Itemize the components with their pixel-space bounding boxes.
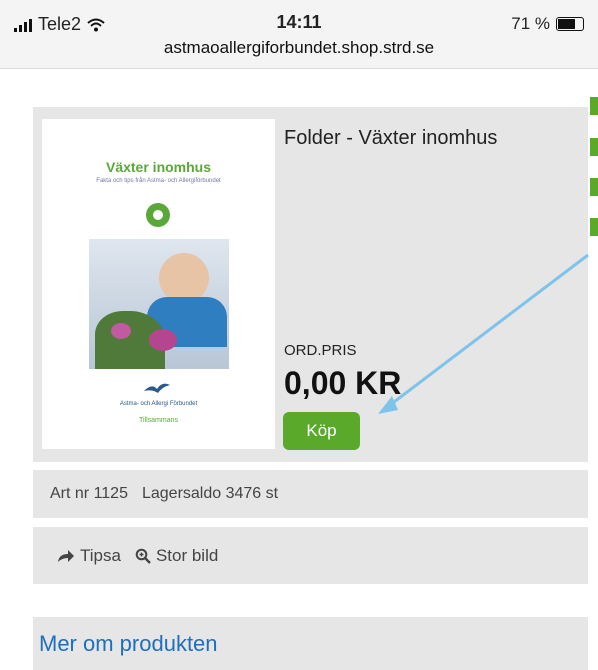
clock: 14:11: [276, 12, 322, 32]
annotation-fragment: [590, 218, 598, 236]
product-actions: Tipsa Stor bild: [33, 527, 588, 584]
battery-icon: [556, 17, 584, 31]
zoom-link[interactable]: Stor bild: [135, 546, 218, 566]
stock-level: Lagersaldo 3476 st: [141, 485, 279, 502]
buy-button[interactable]: Köp: [283, 412, 360, 450]
product-title: Folder - Växter inomhus: [284, 127, 498, 149]
bird-logo-icon: [144, 383, 170, 393]
share-arrow-icon: [58, 549, 74, 562]
status-bar: Tele2 14:11 71 % astmaoallergiforbundet.…: [0, 0, 598, 69]
product-info-row: Art nr 1125 Lagersaldo 3476 st: [33, 470, 588, 518]
more-about-product[interactable]: Mer om produkten: [33, 617, 588, 670]
annotation-fragment: [590, 138, 598, 156]
more-about-product-label: Mer om produkten: [39, 630, 218, 656]
zoom-label: Stor bild: [155, 545, 219, 565]
product-card: Växter inomhus Fakta och tips från Astma…: [33, 107, 588, 462]
product-image[interactable]: Växter inomhus Fakta och tips från Astma…: [42, 119, 275, 449]
battery-percent: 71 %: [511, 14, 550, 33]
tip-link[interactable]: Tipsa: [57, 546, 121, 566]
address-bar[interactable]: astmaoallergiforbundet.shop.strd.se: [0, 38, 598, 58]
price-label: ORD.PRIS: [284, 342, 357, 359]
flower-logo-icon: [146, 203, 170, 227]
cover-org: Astma- och Allergi Förbundet: [119, 401, 198, 407]
annotation-fragment: [590, 97, 598, 115]
zoom-icon: [135, 548, 151, 564]
cover-subtitle: Fakta och tips från Astma- och Allergifö…: [96, 178, 221, 184]
annotation-fragment: [590, 178, 598, 196]
price-value: 0,00 KR: [284, 365, 402, 401]
cover-photo: [89, 239, 229, 369]
article-number: Art nr 1125: [50, 485, 128, 502]
battery-group: 71 %: [511, 14, 584, 34]
tip-label: Tipsa: [80, 545, 121, 565]
cover-signature: Tillsammans: [138, 417, 179, 424]
cover-title: Växter inomhus: [105, 159, 212, 175]
